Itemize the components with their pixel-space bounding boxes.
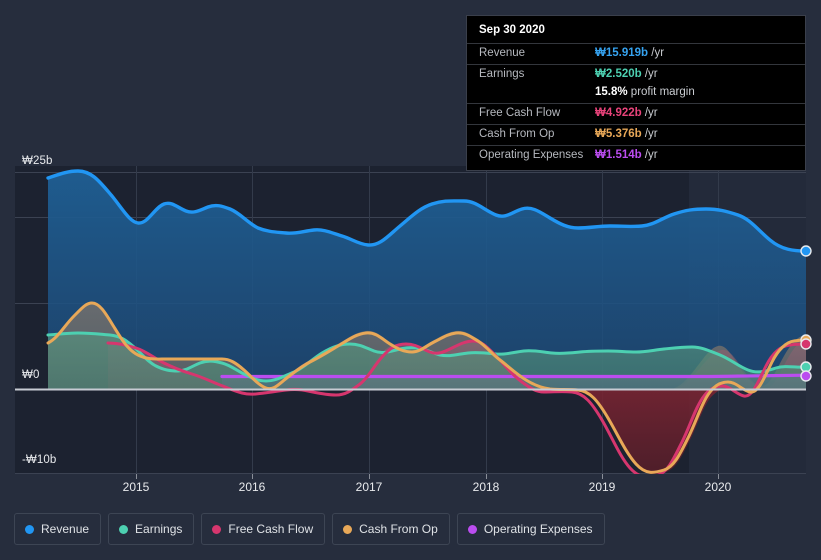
endpoint-free-cash-flow [800,338,812,350]
legend-dot-free-cash-flow-icon [212,524,222,534]
tooltip-value-profit-margin: 15.8% profit margin [595,86,695,98]
x-axis-label-2016: 2016 [238,480,266,494]
x-axis-label-2020: 2020 [704,480,732,494]
tooltip-unit-operating-expenses: /yr [641,149,658,161]
legend-item-revenue[interactable]: Revenue [14,513,102,545]
legend-dot-cash-from-op-icon [343,524,353,534]
legend-item-earnings[interactable]: Earnings [108,513,195,545]
tooltip-unit-earnings: /yr [641,68,658,80]
y-axis-label-top: ₩25b [22,155,53,167]
tooltip-value-cash-from-op: ₩5.376b /yr [595,128,658,140]
chart-legend: Revenue Earnings Free Cash Flow Cash Fro… [14,513,605,545]
tooltip-key-revenue: Revenue [479,47,526,59]
x-axis-label-2015: 2015 [122,480,150,494]
tooltip-key-operating-expenses: Operating Expenses [479,149,584,161]
tooltip-value-free-cash-flow: ₩4.922b /yr [595,107,658,119]
legend-dot-revenue-icon [25,524,34,534]
tooltip-row-revenue: Revenue ₩15.919b /yr [467,43,805,64]
tooltip-unit-revenue: /yr [648,47,665,59]
tooltip-unit-cash-from-op: /yr [641,128,658,140]
tooltip-value-operating-expenses: ₩1.514b /yr [595,149,658,161]
legend-dot-earnings-icon [119,524,129,534]
x-axis-label-2018: 2018 [472,480,500,494]
x-axis-ticks [136,474,719,479]
tooltip-unit-free-cash-flow: /yr [641,107,658,119]
legend-label-operating-expenses: Operating Expenses [483,522,593,536]
tooltip-value-revenue: ₩15.919b /yr [595,47,664,59]
tooltip-amount-earnings: ₩2.520b [595,68,642,80]
legend-dot-operating-expenses-icon [467,524,477,534]
tooltip-amount-cash-from-op: ₩5.376b [595,128,642,140]
y-axis-label-bottom: -₩10b [22,454,57,466]
legend-label-earnings: Earnings [135,522,183,536]
legend-label-free-cash-flow: Free Cash Flow [228,522,314,536]
tooltip-key-cash-from-op: Cash From Op [479,128,555,140]
tooltip-row-profit-margin: 15.8% profit margin [467,85,805,103]
legend-item-cash-from-op[interactable]: Cash From Op [332,513,450,545]
endpoint-revenue [800,245,812,257]
tooltip-key-earnings: Earnings [479,68,525,80]
tooltip-row-operating-expenses: Operating Expenses ₩1.514b /yr [467,145,805,166]
x-axis-label-2019: 2019 [588,480,616,494]
tooltip-row-free-cash-flow: Free Cash Flow ₩4.922b /yr [467,103,805,124]
tooltip-row-earnings: Earnings ₩2.520b /yr [467,64,805,85]
legend-item-operating-expenses[interactable]: Operating Expenses [456,513,605,545]
tooltip-unit-profit-margin: profit margin [627,86,695,98]
tooltip-amount-profit-margin: 15.8% [595,86,628,98]
endpoint-operating-expenses [800,370,812,382]
legend-label-revenue: Revenue [41,522,90,536]
tooltip-value-earnings: ₩2.520b /yr [595,68,658,80]
tooltip-row-cash-from-op: Cash From Op ₩5.376b /yr [467,124,805,145]
legend-item-free-cash-flow[interactable]: Free Cash Flow [201,513,326,545]
tooltip-amount-operating-expenses: ₩1.514b [595,149,642,161]
y-axis-label-zero: ₩0 [22,369,40,381]
tooltip-date: Sep 30 2020 [479,24,545,36]
tooltip-key-free-cash-flow: Free Cash Flow [479,107,561,119]
tooltip-amount-free-cash-flow: ₩4.922b [595,107,642,119]
chart-tooltip: Sep 30 2020 Revenue ₩15.919b /yr Earning… [466,15,806,171]
tooltip-amount-revenue: ₩15.919b [595,47,649,59]
x-axis-label-2017: 2017 [355,480,383,494]
legend-label-cash-from-op: Cash From Op [359,522,438,536]
